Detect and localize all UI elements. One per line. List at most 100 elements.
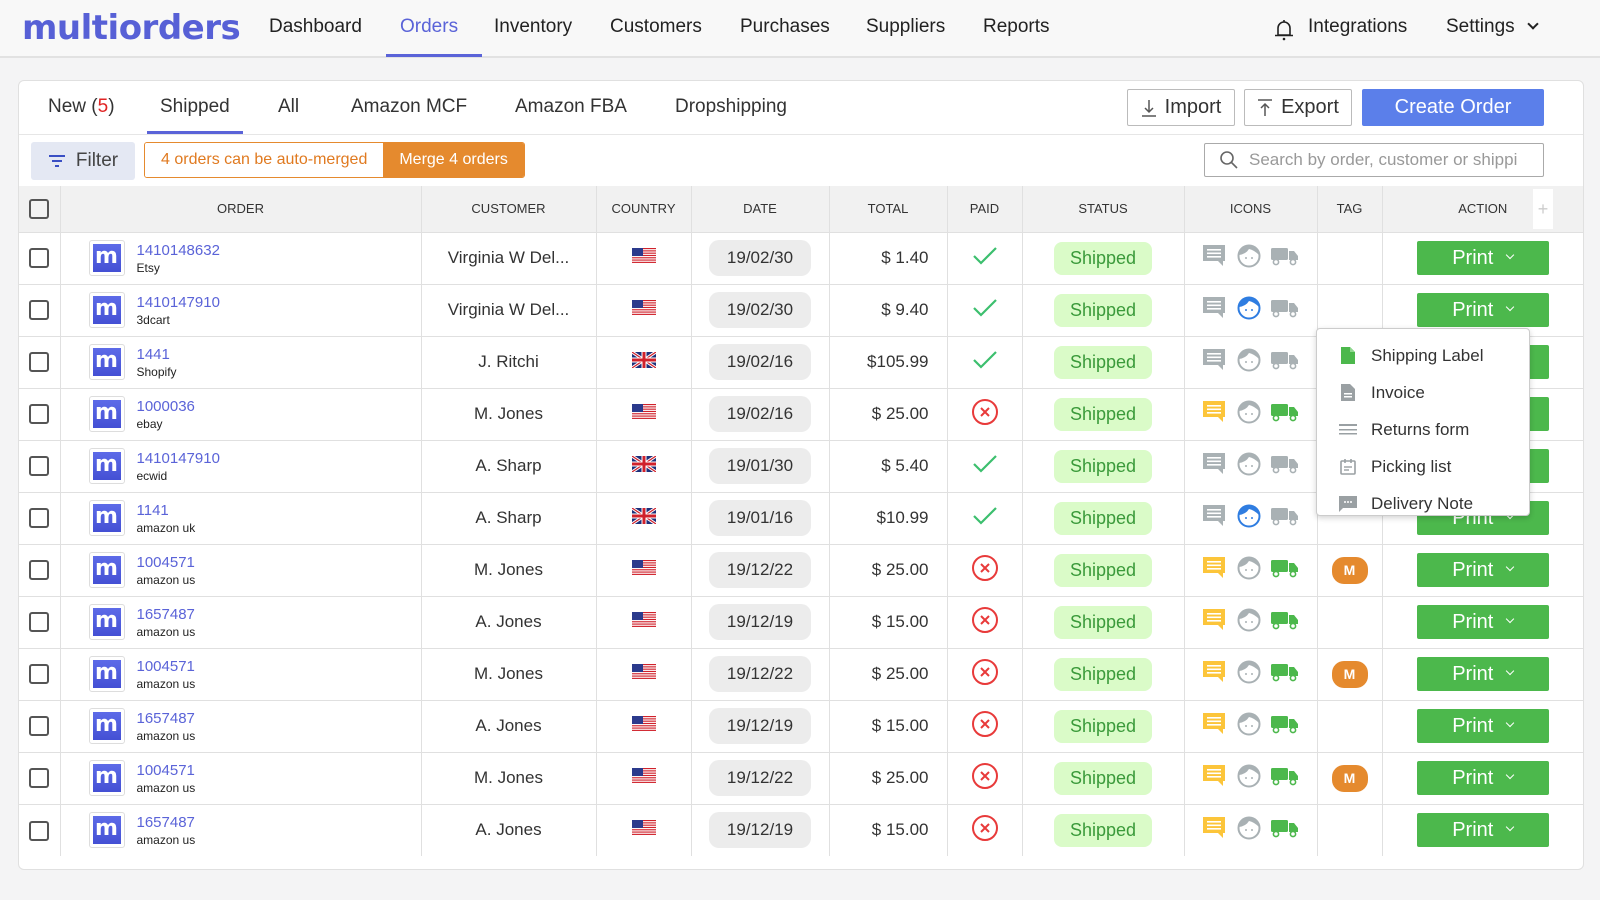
nav-purchases[interactable]: Purchases: [740, 16, 830, 38]
merge-tag-badge[interactable]: M: [1331, 556, 1368, 584]
tab-amazon-mcf[interactable]: Amazon MCF: [351, 96, 467, 118]
header-country[interactable]: COUNTRY: [596, 186, 692, 232]
customer-cell[interactable]: J. Ritchi: [421, 335, 597, 388]
truck-icon[interactable]: [1270, 714, 1299, 739]
row-checkbox[interactable]: [29, 300, 50, 321]
order-id-link[interactable]: 1657487: [137, 710, 196, 727]
table-row[interactable]: m 1004571 amazon us M. Jones 19/12/22 $ …: [19, 543, 1583, 596]
truck-icon[interactable]: [1270, 454, 1299, 479]
customer-cell[interactable]: M. Jones: [421, 751, 597, 804]
row-checkbox[interactable]: [29, 352, 50, 373]
tab-shipped[interactable]: Shipped: [160, 96, 230, 118]
nav-customers[interactable]: Customers: [610, 16, 702, 38]
print-button[interactable]: Print: [1416, 605, 1549, 639]
truck-icon[interactable]: [1270, 350, 1299, 375]
menu-item-invoice[interactable]: Invoice: [1317, 374, 1529, 411]
note-icon[interactable]: [1202, 452, 1227, 480]
truck-icon[interactable]: [1270, 766, 1299, 791]
customer-face-icon[interactable]: [1237, 816, 1261, 845]
customer-cell[interactable]: Virginia W Del...: [421, 283, 597, 336]
truck-icon[interactable]: [1270, 506, 1299, 531]
customer-face-icon[interactable]: [1237, 556, 1261, 585]
merge-tag-badge[interactable]: M: [1331, 764, 1368, 792]
customer-face-icon[interactable]: [1237, 244, 1261, 273]
order-id-link[interactable]: 1004571: [137, 762, 196, 779]
customer-face-icon[interactable]: [1237, 348, 1261, 377]
merge-orders-button[interactable]: Merge 4 orders: [383, 143, 524, 177]
header-tag[interactable]: TAG: [1317, 186, 1383, 232]
order-id-link[interactable]: 1004571: [137, 658, 196, 675]
order-id-link[interactable]: 1657487: [137, 814, 196, 831]
order-id-link[interactable]: 1000036: [137, 398, 195, 415]
print-button[interactable]: Print: [1416, 553, 1549, 587]
truck-icon[interactable]: [1270, 558, 1299, 583]
table-row[interactable]: m 1410148632 Etsy Virginia W Del... 19/0…: [19, 231, 1583, 284]
order-id-link[interactable]: 1004571: [137, 554, 196, 571]
customer-cell[interactable]: M. Jones: [421, 543, 597, 596]
note-icon[interactable]: [1202, 608, 1227, 636]
print-button[interactable]: Print: [1416, 241, 1549, 275]
customer-cell[interactable]: A. Sharp: [421, 491, 597, 544]
header-icons[interactable]: ICONS: [1184, 186, 1318, 232]
note-icon[interactable]: [1202, 816, 1227, 844]
row-checkbox[interactable]: [29, 404, 50, 425]
customer-cell[interactable]: Virginia W Del...: [421, 231, 597, 284]
truck-icon[interactable]: [1270, 662, 1299, 687]
nav-reports[interactable]: Reports: [983, 16, 1050, 38]
import-button[interactable]: Import: [1127, 89, 1235, 126]
export-button[interactable]: Export: [1244, 89, 1352, 126]
nav-dashboard[interactable]: Dashboard: [269, 16, 362, 38]
search-box[interactable]: [1204, 143, 1544, 177]
truck-icon[interactable]: [1270, 246, 1299, 271]
bell-icon[interactable]: [1272, 17, 1296, 43]
brand-logo[interactable]: multiorders: [22, 8, 241, 48]
order-id-link[interactable]: 1410147910: [137, 450, 220, 467]
note-icon[interactable]: [1202, 764, 1227, 792]
nav-inventory[interactable]: Inventory: [494, 16, 572, 38]
table-row[interactable]: m 1004571 amazon us M. Jones 19/12/22 $ …: [19, 647, 1583, 700]
order-id-link[interactable]: 1410147910: [137, 294, 220, 311]
menu-item-delivery-note[interactable]: Delivery Note: [1317, 485, 1529, 522]
order-id-link[interactable]: 1410148632: [137, 242, 220, 259]
row-checkbox[interactable]: [29, 664, 50, 685]
filter-button[interactable]: Filter: [31, 142, 135, 180]
row-checkbox[interactable]: [29, 248, 50, 269]
select-all-checkbox[interactable]: [29, 198, 50, 219]
search-input[interactable]: [1249, 150, 1529, 170]
row-checkbox[interactable]: [29, 820, 50, 841]
merge-tag-badge[interactable]: M: [1331, 660, 1368, 688]
header-order[interactable]: ORDER: [60, 186, 422, 232]
header-total[interactable]: TOTAL: [829, 186, 948, 232]
row-checkbox[interactable]: [29, 508, 50, 529]
order-id-link[interactable]: 1657487: [137, 606, 196, 623]
tab-dropshipping[interactable]: Dropshipping: [675, 96, 787, 118]
note-icon[interactable]: [1202, 556, 1227, 584]
truck-icon[interactable]: [1270, 402, 1299, 427]
order-id-link[interactable]: 1141: [137, 502, 196, 519]
table-row[interactable]: m 1657487 amazon us A. Jones 19/12/19 $ …: [19, 595, 1583, 648]
print-button[interactable]: Print: [1416, 657, 1549, 691]
row-checkbox[interactable]: [29, 612, 50, 633]
print-button[interactable]: Print: [1416, 813, 1549, 848]
customer-cell[interactable]: A. Sharp: [421, 439, 597, 492]
order-id-link[interactable]: 1441: [137, 346, 177, 363]
menu-item-picking-list[interactable]: Picking list: [1317, 448, 1529, 485]
truck-icon[interactable]: [1270, 298, 1299, 323]
row-checkbox[interactable]: [29, 560, 50, 581]
menu-item-shipping-label[interactable]: Shipping Label: [1317, 337, 1529, 374]
customer-face-icon[interactable]: [1237, 712, 1261, 741]
create-order-button[interactable]: Create Order: [1362, 89, 1544, 126]
print-button[interactable]: Print: [1416, 761, 1549, 795]
note-icon[interactable]: [1202, 296, 1227, 324]
customer-face-icon[interactable]: [1237, 504, 1261, 533]
header-status[interactable]: STATUS: [1022, 186, 1185, 232]
note-icon[interactable]: [1202, 504, 1227, 532]
truck-icon[interactable]: [1270, 818, 1299, 843]
table-row[interactable]: m 1004571 amazon us M. Jones 19/12/22 $ …: [19, 751, 1583, 804]
row-checkbox[interactable]: [29, 716, 50, 737]
customer-face-icon[interactable]: [1237, 608, 1261, 637]
customer-cell[interactable]: M. Jones: [421, 387, 597, 440]
nav-settings[interactable]: Settings: [1446, 16, 1539, 38]
print-button[interactable]: Print: [1416, 709, 1549, 743]
header-date[interactable]: DATE: [691, 186, 830, 232]
